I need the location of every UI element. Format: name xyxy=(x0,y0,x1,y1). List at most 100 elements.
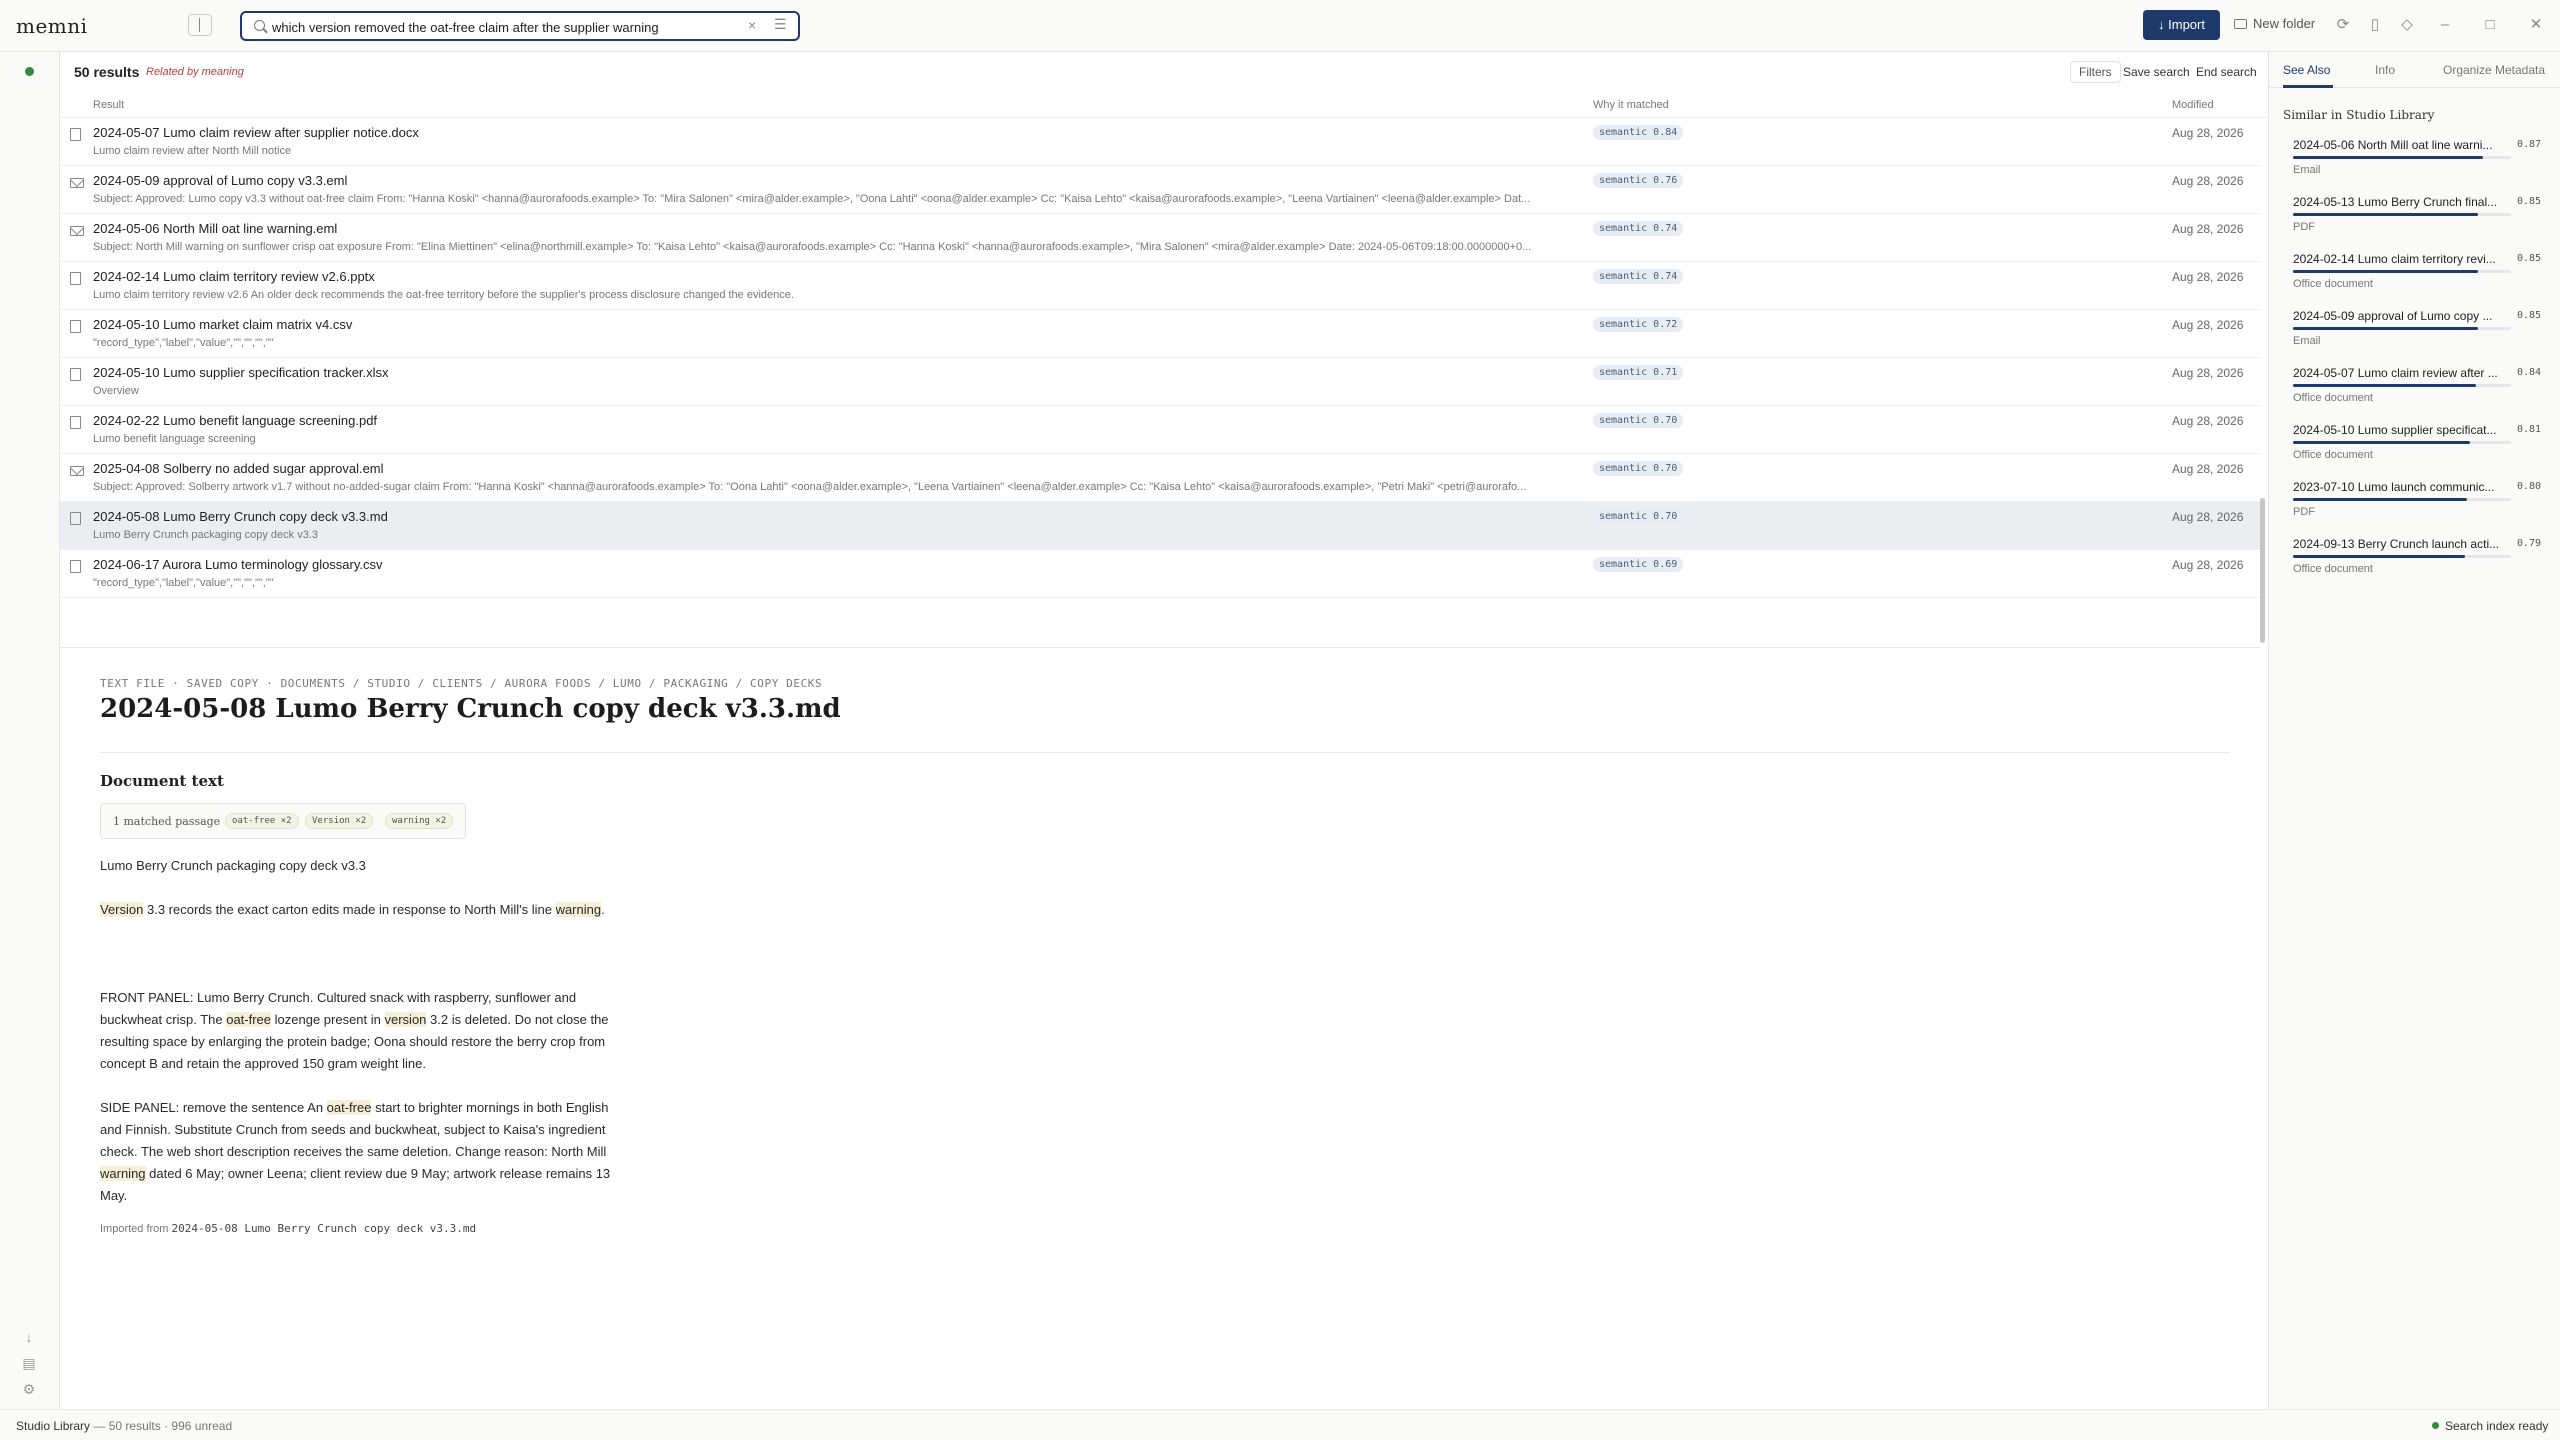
highlighted-term: Version xyxy=(100,902,144,917)
document-paragraph: SIDE PANEL: remove the sentence An oat-f… xyxy=(100,1097,620,1207)
close-window-icon[interactable]: ✕ xyxy=(2525,14,2547,36)
result-modified: Aug 28, 2026 xyxy=(2172,558,2244,572)
result-title: 2025-04-08 Solberry no added sugar appro… xyxy=(93,461,384,476)
new-folder-button[interactable]: New folder xyxy=(2234,16,2315,31)
column-why-matched[interactable]: Why it matched xyxy=(1593,99,1669,111)
search-options-icon[interactable]: ☰ xyxy=(774,16,787,33)
result-row[interactable]: 2024-05-07 Lumo claim review after suppl… xyxy=(60,118,2260,166)
similar-item[interactable]: 2024-05-13 Lumo Berry Crunch final... 0.8… xyxy=(2293,195,2545,247)
match-score-badge: semantic 0.69 xyxy=(1593,557,1684,572)
import-button[interactable]: ↓ Import xyxy=(2143,10,2220,40)
result-modified: Aug 28, 2026 xyxy=(2172,174,2244,188)
settings-icon[interactable]: ⚙ xyxy=(18,1378,40,1400)
similarity-bar xyxy=(2293,441,2511,444)
paragraph-text: dated 6 May; owner Leena; client review … xyxy=(100,1166,611,1203)
result-row[interactable]: 2024-02-14 Lumo claim territory review v… xyxy=(60,262,2260,310)
similarity-bar xyxy=(2293,156,2511,159)
result-row[interactable]: 2025-04-08 Solberry no added sugar appro… xyxy=(60,454,2260,502)
search-mode-label: Related by meaning xyxy=(146,66,244,78)
result-row[interactable]: 2024-05-10 Lumo supplier specification t… xyxy=(60,358,2260,406)
similar-item[interactable]: 2024-09-13 Berry Crunch launch acti... 0.… xyxy=(2293,537,2545,589)
similar-title: 2024-05-06 North Mill oat line warni... xyxy=(2293,138,2493,152)
column-result[interactable]: Result xyxy=(93,99,124,111)
similar-item[interactable]: 2024-05-09 approval of Lumo copy ... 0.85… xyxy=(2293,309,2545,361)
result-snippet: Lumo Berry Crunch packaging copy deck v3… xyxy=(93,529,319,541)
document-icon xyxy=(70,512,81,525)
result-row[interactable]: 2024-02-22 Lumo benefit language screeni… xyxy=(60,406,2260,454)
similar-kind: PDF xyxy=(2293,506,2315,518)
mail-icon xyxy=(70,226,84,236)
paragraph-text: Lumo Berry Crunch packaging copy deck v3… xyxy=(100,858,366,873)
tab-info[interactable]: Info xyxy=(2375,63,2395,77)
match-term-chip[interactable]: oat-free ×2 xyxy=(225,813,299,829)
tab-organize[interactable]: Organize xyxy=(2443,63,2492,77)
minimize-icon[interactable]: – xyxy=(2434,14,2456,36)
similar-kind: Email xyxy=(2293,164,2321,176)
search-box[interactable]: × ☰ xyxy=(240,11,800,41)
paragraph-text: . xyxy=(601,902,605,917)
status-library: Studio Library — 50 results · 996 unread xyxy=(16,1419,232,1433)
breadcrumb: TEXT FILE · SAVED COPY · DOCUMENTS / STU… xyxy=(100,677,823,690)
result-row[interactable]: 2024-05-10 Lumo market claim matrix v4.c… xyxy=(60,310,2260,358)
result-row[interactable]: 2024-05-08 Lumo Berry Crunch copy deck v… xyxy=(60,502,2260,550)
sync-icon[interactable]: ⟳ xyxy=(2332,14,2354,36)
match-term-chip[interactable]: warning ×2 xyxy=(385,813,454,829)
right-panel: See Also Info Organize Metadata Similar … xyxy=(2268,52,2560,1409)
column-modified[interactable]: Modified xyxy=(2172,99,2214,111)
match-score-badge: semantic 0.71 xyxy=(1593,365,1684,380)
result-snippet: Lumo claim review after North Mill notic… xyxy=(93,145,292,157)
sidebar-toggle-icon[interactable] xyxy=(188,14,212,36)
filters-button[interactable]: Filters xyxy=(2070,61,2121,83)
similar-item[interactable]: 2024-02-14 Lumo claim territory revi... 0… xyxy=(2293,252,2545,304)
tab-metadata[interactable]: Metadata xyxy=(2495,63,2545,77)
result-row[interactable]: 2024-05-09 approval of Lumo copy v3.3.em… xyxy=(60,166,2260,214)
similarity-bar xyxy=(2293,327,2511,330)
matched-passages-bar: 1 matched passage oat-free ×2 Version ×2 w… xyxy=(100,803,466,839)
similar-item[interactable]: 2024-05-06 North Mill oat line warni... 0… xyxy=(2293,138,2545,190)
maximize-icon[interactable]: □ xyxy=(2479,14,2501,36)
similarity-bar xyxy=(2293,270,2511,273)
clear-search-icon[interactable]: × xyxy=(748,17,756,33)
match-score-badge: semantic 0.74 xyxy=(1593,221,1684,236)
result-row[interactable]: 2024-05-06 North Mill oat line warning.e… xyxy=(60,214,2260,262)
save-search-button[interactable]: Save search xyxy=(2123,65,2190,79)
document-icon xyxy=(70,320,81,333)
result-title: 2024-05-07 Lumo claim review after suppl… xyxy=(93,125,419,140)
result-title: 2024-05-09 approval of Lumo copy v3.3.em… xyxy=(93,173,348,188)
similar-kind: Office document xyxy=(2293,563,2373,575)
download-icon[interactable]: ↓ xyxy=(18,1326,40,1348)
result-snippet: "record_type","label","value","","","","… xyxy=(93,577,274,589)
highlighted-term: warning xyxy=(100,1166,146,1181)
similar-item[interactable]: 2024-05-07 Lumo claim review after ... 0.… xyxy=(2293,366,2545,418)
left-rail: ↓ ▤ ⚙ xyxy=(0,52,60,1409)
similar-score: 0.85 xyxy=(2517,310,2542,321)
matched-passage-count: 1 matched passage xyxy=(113,815,221,828)
similarity-bar xyxy=(2293,384,2511,387)
similar-item[interactable]: 2024-05-10 Lumo supplier specificat... 0.… xyxy=(2293,423,2545,475)
match-term-chip[interactable]: Version ×2 xyxy=(305,813,374,829)
panel-layout-icon[interactable]: ▯ xyxy=(2364,14,2386,36)
imported-filename: 2024-05-08 Lumo Berry Crunch copy deck v… xyxy=(171,1222,477,1235)
library-icon[interactable]: ▤ xyxy=(18,1352,40,1374)
results-header: 50 results Related by meaning Filters Sa… xyxy=(60,52,2268,92)
search-input[interactable] xyxy=(272,17,722,37)
result-row[interactable]: 2024-06-17 Aurora Lumo terminology gloss… xyxy=(60,550,2260,598)
document-icon xyxy=(70,416,81,429)
library-summary: — 50 results · 996 unread xyxy=(93,1419,233,1433)
similar-score: 0.84 xyxy=(2517,367,2542,378)
right-panel-tabs: See Also Info Organize Metadata xyxy=(2269,52,2560,88)
tag-icon[interactable]: ◇ xyxy=(2396,14,2418,36)
results-scrollbar[interactable] xyxy=(2260,498,2265,643)
sync-status-dot xyxy=(25,67,34,76)
match-score-badge: semantic 0.74 xyxy=(1593,269,1684,284)
result-snippet: "record_type","label","value","","","","… xyxy=(93,337,274,349)
status-bar: Studio Library — 50 results · 996 unread… xyxy=(0,1409,2560,1440)
end-search-button[interactable]: End search xyxy=(2196,65,2257,79)
tab-see-also[interactable]: See Also xyxy=(2283,63,2330,77)
similar-item[interactable]: 2023-07-10 Lumo launch communic... 0.80 PD… xyxy=(2293,480,2545,532)
search-icon xyxy=(254,20,265,31)
library-name[interactable]: Studio Library xyxy=(16,1419,90,1433)
document-title: 2024-05-08 Lumo Berry Crunch copy deck v… xyxy=(100,694,841,724)
similar-kind: Email xyxy=(2293,335,2321,347)
similarity-bar-fill xyxy=(2293,441,2470,444)
